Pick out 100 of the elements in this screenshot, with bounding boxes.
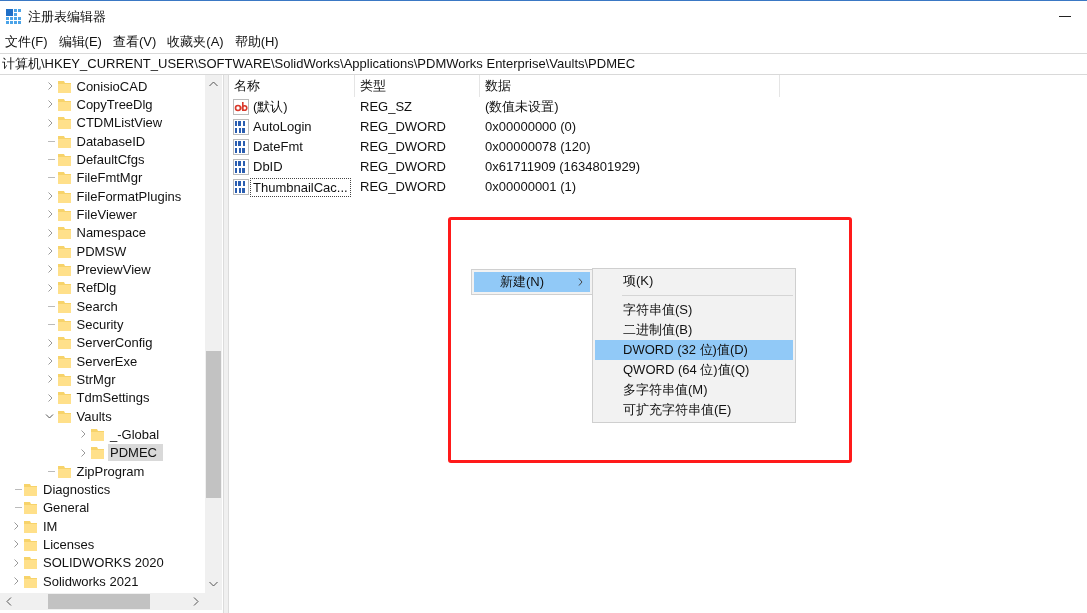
folder-icon [24, 501, 37, 515]
menu-item[interactable]: 查看(V) [112, 32, 157, 52]
tree-item[interactable]: Solidworks 2021 [41, 572, 141, 590]
chevron-down-icon[interactable] [45, 412, 54, 421]
tree-item[interactable]: General [41, 499, 92, 517]
chevron-right-icon[interactable] [45, 210, 54, 219]
tree-item[interactable]: ConisioCAD [74, 77, 150, 95]
chevron-right-icon[interactable] [45, 192, 54, 201]
minimize-icon[interactable] [1059, 15, 1071, 18]
folder-icon [57, 299, 71, 313]
tree-item[interactable]: PDMEC [108, 444, 163, 462]
folder-icon [24, 537, 37, 551]
tree-item[interactable]: RefDlg [74, 279, 119, 297]
folder-icon [57, 281, 71, 295]
chevron-right-icon[interactable] [45, 357, 54, 366]
tree-item[interactable]: ServerConfig [74, 334, 155, 352]
menu-item[interactable]: 多字符串值(M) [595, 380, 793, 400]
binary-value-icon [233, 119, 249, 135]
menu-item[interactable]: 文件(F) [5, 32, 48, 52]
tree-item[interactable]: IM [41, 517, 60, 535]
folder-icon [57, 354, 71, 368]
tree-item[interactable]: DatabaseID [74, 132, 148, 150]
tree-item[interactable]: TdmSettings [74, 389, 152, 407]
address-bar[interactable]: 计算机\HKEY_CURRENT_USER\SOFTWARE\SolidWorks\Applications\PDMWorks Enterprise\Vaults\PDMEC [0, 53, 1087, 75]
chevron-right-icon[interactable] [45, 82, 54, 91]
menu-item[interactable]: QWORD (64 位)值(Q) [595, 360, 793, 380]
chevron-right-icon[interactable] [45, 375, 54, 384]
scroll-right-icon[interactable] [193, 597, 199, 606]
tree-item[interactable]: ZipProgram [74, 462, 147, 480]
menu-item[interactable]: DWORD (32 位)值(D) [595, 340, 793, 360]
value-name[interactable]: (默认) [250, 96, 291, 118]
tree-item[interactable]: PDMSW [74, 242, 129, 260]
tree-item[interactable]: _-Global [108, 425, 162, 443]
tree-item[interactable]: FileViewer [74, 205, 139, 223]
folder-icon [57, 317, 71, 331]
scrollbar-thumb[interactable] [48, 594, 150, 609]
binary-value-icon [233, 159, 249, 175]
tree-item[interactable]: Security [74, 315, 126, 333]
chevron-right-icon[interactable] [45, 228, 54, 237]
tree-item[interactable]: PreviewView [74, 260, 153, 278]
tree-item[interactable]: CTDMListView [74, 114, 165, 132]
chevron-right-icon[interactable] [45, 265, 54, 274]
tree-item[interactable]: Namespace [74, 224, 148, 242]
chevron-right-icon[interactable] [79, 448, 87, 457]
folder-icon [24, 519, 37, 533]
folder-icon [57, 464, 71, 478]
chevron-right-icon[interactable] [12, 558, 20, 567]
chevron-right-icon[interactable] [45, 338, 54, 347]
chevron-right-icon[interactable] [12, 540, 20, 549]
value-data: 0x00000078 (120) [484, 138, 592, 157]
chevron-right-icon[interactable] [45, 247, 54, 256]
menu-item[interactable]: 字符串值(S) [595, 300, 793, 320]
tree-item[interactable]: Diagnostics [41, 480, 113, 498]
menu-item[interactable]: 编辑(E) [58, 32, 102, 52]
folder-icon [57, 244, 71, 258]
chevron-right-icon[interactable] [12, 577, 20, 585]
value-name[interactable]: ThumbnailCac... [250, 177, 351, 197]
tree-item[interactable]: FileFmtMgr [74, 169, 145, 187]
value-name[interactable]: AutoLogin [250, 116, 315, 138]
value-data: 0x00000001 (1) [484, 178, 578, 197]
vertical-scrollbar[interactable] [205, 75, 222, 593]
value-type: REG_DWORD [359, 158, 447, 177]
value-name[interactable]: DbID [250, 156, 286, 178]
value-data: 0x61711909 (1634801929) [484, 158, 642, 177]
column-header[interactable]: 名称 [229, 75, 355, 97]
scroll-down-icon[interactable] [209, 581, 218, 587]
horizontal-scrollbar[interactable] [0, 593, 222, 610]
chevron-right-icon[interactable] [79, 430, 87, 439]
value-name[interactable]: DateFmt [250, 136, 306, 158]
scroll-up-icon[interactable] [209, 81, 218, 87]
tree-item[interactable]: ServerExe [74, 352, 140, 370]
address-path: 计算机\HKEY_CURRENT_USER\SOFTWARE\SolidWorks\Applications\PDMWorks Enterprise\Vaults\PDMEC [2, 55, 636, 74]
menu-item[interactable]: 新建(N) [474, 272, 590, 292]
tree-item[interactable]: FileFormatPlugins [74, 187, 184, 205]
scrollbar-thumb[interactable] [206, 351, 221, 498]
value-data: (数值未设置) [484, 98, 560, 117]
tree-item[interactable]: CopyTreeDlg [74, 96, 155, 113]
chevron-right-icon[interactable] [45, 118, 54, 127]
string-value-icon [233, 99, 249, 115]
tree-item[interactable]: SOLIDWORKS 2020 [41, 554, 166, 572]
menu-item[interactable]: 可扩充字符串值(E) [595, 400, 793, 420]
chevron-right-icon[interactable] [12, 522, 20, 531]
menu-item[interactable]: 帮助(H) [234, 32, 279, 52]
tree-item[interactable]: StrMgr [74, 370, 118, 388]
scroll-left-icon[interactable] [6, 597, 12, 606]
tree-item[interactable]: Search [74, 297, 120, 315]
menu-item[interactable]: 项(K) [595, 271, 793, 291]
tree-item[interactable]: Vaults [74, 407, 114, 425]
chevron-right-icon[interactable] [45, 393, 54, 402]
tree-item[interactable]: DefaultCfgs [74, 150, 147, 168]
chevron-right-icon[interactable] [45, 283, 54, 292]
chevron-right-icon[interactable] [45, 100, 54, 109]
tree-item[interactable]: Licenses [41, 535, 97, 553]
window-title: 注册表编辑器 [28, 7, 106, 26]
value-type: REG_DWORD [359, 178, 447, 197]
column-header[interactable]: 数据 [480, 75, 780, 97]
menu-item[interactable]: 收藏夹(A) [167, 32, 224, 52]
menu-item[interactable]: 二进制值(B) [595, 320, 793, 340]
value-type: REG_DWORD [359, 118, 447, 137]
column-header[interactable]: 类型 [355, 75, 480, 97]
